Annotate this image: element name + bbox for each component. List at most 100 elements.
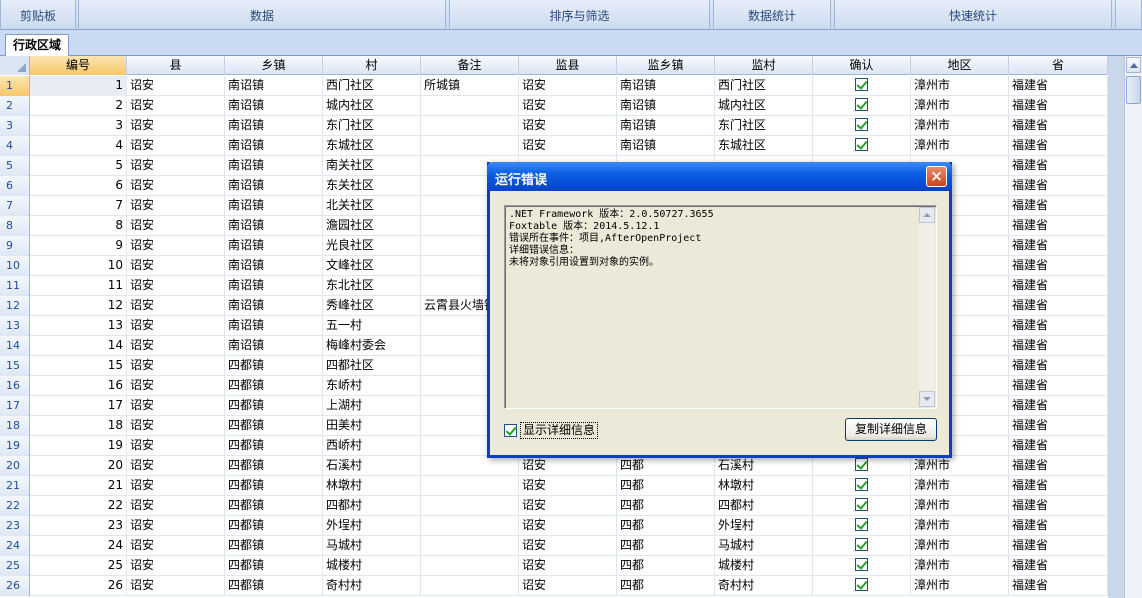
- cell-col-monitor-town[interactable]: 南诏镇: [617, 136, 715, 156]
- cell-col-province[interactable]: 福建省: [1009, 516, 1108, 536]
- cell-col-id[interactable]: 15: [30, 356, 127, 376]
- cell-col-monitor-village[interactable]: 石溪村: [715, 456, 813, 476]
- row-number[interactable]: 16: [0, 376, 30, 396]
- cell-col-monitor-county[interactable]: 诏安: [519, 516, 617, 536]
- cell-col-region[interactable]: 漳州市: [911, 76, 1009, 96]
- select-all-corner[interactable]: [0, 56, 30, 75]
- cell-col-monitor-village[interactable]: 四都村: [715, 496, 813, 516]
- cell-col-town[interactable]: 南诏镇: [225, 116, 323, 136]
- cell-col-town[interactable]: 南诏镇: [225, 156, 323, 176]
- cell-col-note[interactable]: [421, 116, 519, 136]
- cell-col-village[interactable]: 外埕村: [323, 516, 421, 536]
- cell-col-note[interactable]: 所城镇: [421, 76, 519, 96]
- cell-col-province[interactable]: 福建省: [1009, 316, 1108, 336]
- cell-col-id[interactable]: 3: [30, 116, 127, 136]
- cell-col-id[interactable]: 12: [30, 296, 127, 316]
- cell-col-region[interactable]: 漳州市: [911, 456, 1009, 476]
- table-row[interactable]: 26 26 诏安 四都镇 奇村村 诏安 四都 奇村村 漳州市 福建省: [0, 576, 1108, 596]
- row-number[interactable]: 17: [0, 396, 30, 416]
- cell-col-id[interactable]: 11: [30, 276, 127, 296]
- cell-col-note[interactable]: [421, 516, 519, 536]
- cell-col-province[interactable]: 福建省: [1009, 76, 1108, 96]
- cell-col-county[interactable]: 诏安: [127, 556, 225, 576]
- row-number[interactable]: 22: [0, 496, 30, 516]
- scroll-up-arrow-icon[interactable]: [1126, 57, 1141, 73]
- ribbon-group-statistics[interactable]: 数据统计: [713, 0, 831, 28]
- cell-col-province[interactable]: 福建省: [1009, 116, 1108, 136]
- cell-col-confirm[interactable]: [813, 96, 911, 116]
- cell-col-id[interactable]: 4: [30, 136, 127, 156]
- vertical-scrollbar[interactable]: [1124, 56, 1142, 598]
- cell-col-town[interactable]: 南诏镇: [225, 216, 323, 236]
- cell-col-village[interactable]: 林墩村: [323, 476, 421, 496]
- cell-col-county[interactable]: 诏安: [127, 336, 225, 356]
- cell-col-town[interactable]: 南诏镇: [225, 236, 323, 256]
- cell-col-town[interactable]: 四都镇: [225, 496, 323, 516]
- cell-col-id[interactable]: 5: [30, 156, 127, 176]
- row-number[interactable]: 5: [0, 156, 30, 176]
- cell-col-id[interactable]: 9: [30, 236, 127, 256]
- cell-col-id[interactable]: 23: [30, 516, 127, 536]
- cell-col-county[interactable]: 诏安: [127, 176, 225, 196]
- cell-col-confirm[interactable]: [813, 476, 911, 496]
- checkbox-checked-icon[interactable]: [855, 458, 868, 471]
- row-number[interactable]: 21: [0, 476, 30, 496]
- checkbox-checked-icon[interactable]: [504, 424, 517, 437]
- row-number[interactable]: 26: [0, 576, 30, 596]
- header-col-confirm[interactable]: 确认: [813, 56, 911, 75]
- cell-col-province[interactable]: 福建省: [1009, 216, 1108, 236]
- cell-col-county[interactable]: 诏安: [127, 456, 225, 476]
- row-number[interactable]: 10: [0, 256, 30, 276]
- cell-col-monitor-village[interactable]: 东门社区: [715, 116, 813, 136]
- cell-col-town[interactable]: 四都镇: [225, 356, 323, 376]
- cell-col-confirm[interactable]: [813, 496, 911, 516]
- cell-col-monitor-town[interactable]: 四都: [617, 556, 715, 576]
- cell-col-monitor-town[interactable]: 四都: [617, 456, 715, 476]
- cell-col-village[interactable]: 城楼村: [323, 556, 421, 576]
- row-number[interactable]: 1: [0, 76, 30, 96]
- header-col-monitor-county[interactable]: 监县: [519, 56, 617, 75]
- cell-col-county[interactable]: 诏安: [127, 136, 225, 156]
- cell-col-confirm[interactable]: [813, 136, 911, 156]
- cell-col-province[interactable]: 福建省: [1009, 336, 1108, 356]
- row-number[interactable]: 2: [0, 96, 30, 116]
- checkbox-checked-icon[interactable]: [855, 118, 868, 131]
- cell-col-town[interactable]: 南诏镇: [225, 276, 323, 296]
- row-number[interactable]: 6: [0, 176, 30, 196]
- cell-col-county[interactable]: 诏安: [127, 296, 225, 316]
- header-col-village[interactable]: 村: [323, 56, 421, 75]
- ribbon-group-clipboard[interactable]: 剪贴板: [0, 0, 76, 28]
- checkbox-checked-icon[interactable]: [855, 498, 868, 511]
- ribbon-group-data[interactable]: 数据: [78, 0, 446, 28]
- checkbox-checked-icon[interactable]: [855, 78, 868, 91]
- cell-col-province[interactable]: 福建省: [1009, 176, 1108, 196]
- cell-col-province[interactable]: 福建省: [1009, 376, 1108, 396]
- cell-col-province[interactable]: 福建省: [1009, 416, 1108, 436]
- table-row[interactable]: 2 2 诏安 南诏镇 城内社区 诏安 南诏镇 城内社区 漳州市 福建省: [0, 96, 1108, 116]
- cell-col-confirm[interactable]: [813, 556, 911, 576]
- cell-col-monitor-county[interactable]: 诏安: [519, 476, 617, 496]
- cell-col-town[interactable]: 南诏镇: [225, 136, 323, 156]
- cell-col-id[interactable]: 24: [30, 536, 127, 556]
- cell-col-monitor-town[interactable]: 南诏镇: [617, 76, 715, 96]
- cell-col-monitor-village[interactable]: 奇村村: [715, 576, 813, 596]
- cell-col-monitor-village[interactable]: 城内社区: [715, 96, 813, 116]
- cell-col-note[interactable]: [421, 476, 519, 496]
- cell-col-village[interactable]: 东门社区: [323, 116, 421, 136]
- table-row[interactable]: 4 4 诏安 南诏镇 东城社区 诏安 南诏镇 东城社区 漳州市 福建省: [0, 136, 1108, 156]
- checkbox-checked-icon[interactable]: [855, 538, 868, 551]
- cell-col-county[interactable]: 诏安: [127, 436, 225, 456]
- cell-col-county[interactable]: 诏安: [127, 156, 225, 176]
- cell-col-town[interactable]: 四都镇: [225, 516, 323, 536]
- cell-col-village[interactable]: 四都村: [323, 496, 421, 516]
- cell-col-town[interactable]: 四都镇: [225, 436, 323, 456]
- tab-admin-regions[interactable]: 行政区域: [5, 34, 70, 56]
- cell-col-village[interactable]: 北关社区: [323, 196, 421, 216]
- cell-col-province[interactable]: 福建省: [1009, 456, 1108, 476]
- cell-col-village[interactable]: 石溪村: [323, 456, 421, 476]
- checkbox-checked-icon[interactable]: [855, 478, 868, 491]
- cell-col-note[interactable]: [421, 136, 519, 156]
- cell-col-town[interactable]: 南诏镇: [225, 296, 323, 316]
- cell-col-region[interactable]: 漳州市: [911, 576, 1009, 596]
- cell-col-village[interactable]: 东峤村: [323, 376, 421, 396]
